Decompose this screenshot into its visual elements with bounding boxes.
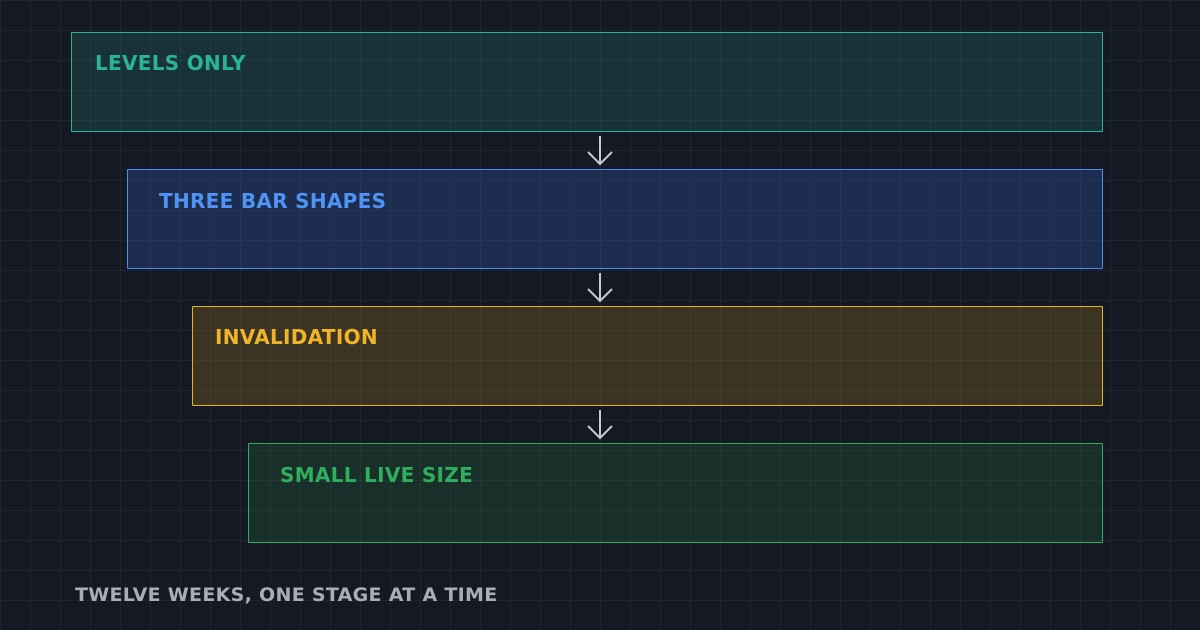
stage-label: SMALL LIVE SIZE — [280, 463, 474, 487]
stage-three-bar-shapes: THREE BAR SHAPES — [127, 169, 1103, 269]
arrow-down-icon — [587, 136, 613, 166]
stage-invalidation: INVALIDATION — [192, 306, 1103, 406]
stage-label: INVALIDATION — [215, 325, 378, 349]
arrow-down-icon — [587, 273, 613, 303]
arrow-down-icon — [587, 410, 613, 440]
stage-levels-only: LEVELS ONLY — [71, 32, 1103, 132]
caption: TWELVE WEEKS, ONE STAGE AT A TIME — [75, 584, 498, 606]
stage-label: THREE BAR SHAPES — [159, 189, 387, 213]
stage-label: LEVELS ONLY — [95, 51, 246, 75]
stage-small-live-size: SMALL LIVE SIZE — [248, 443, 1103, 543]
